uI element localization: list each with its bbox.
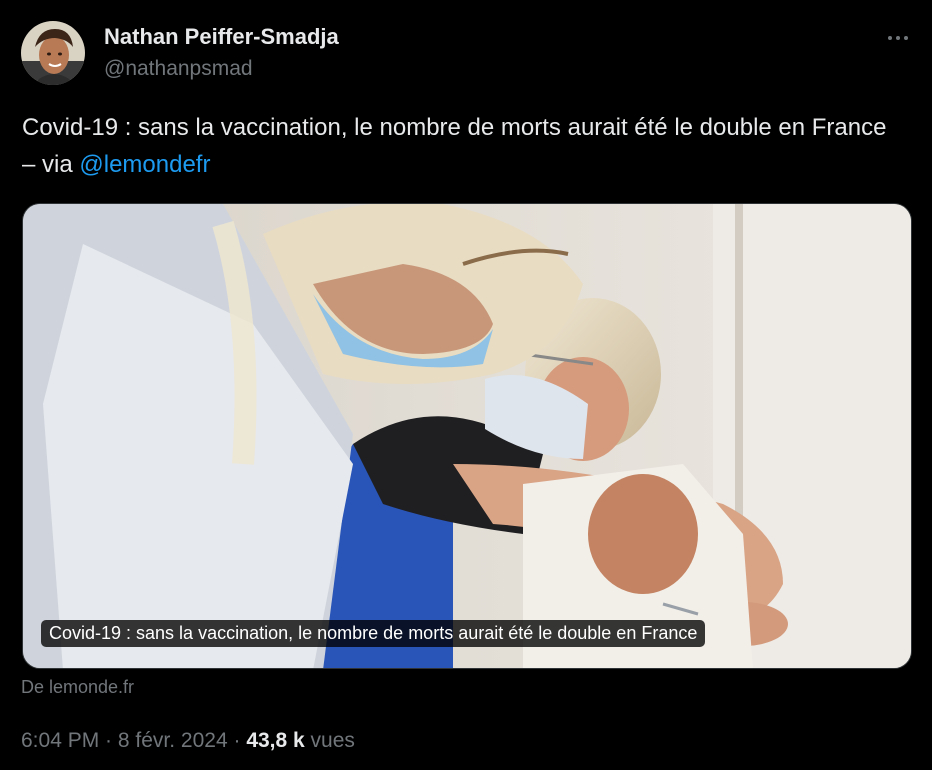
views-count: 43,8 k bbox=[246, 729, 305, 752]
views-label: vues bbox=[304, 729, 355, 752]
mention-link[interactable]: @lemondefr bbox=[79, 151, 210, 178]
more-horizontal-icon bbox=[888, 36, 892, 40]
avatar[interactable] bbox=[21, 21, 85, 85]
tweet: Nathan Peiffer-Smadja @nathanpsmad Covid… bbox=[0, 0, 932, 770]
card-caption: Covid-19 : sans la vaccination, le nombr… bbox=[41, 620, 706, 647]
card-image bbox=[23, 204, 911, 668]
more-horizontal-icon-dot bbox=[904, 36, 908, 40]
tweet-text: Covid-19 : sans la vaccination, le nombr… bbox=[22, 109, 902, 183]
tweet-date[interactable]: 8 févr. 2024 bbox=[118, 729, 228, 752]
more-options-button[interactable] bbox=[880, 24, 916, 52]
card-source-link[interactable]: De lemonde.fr bbox=[21, 677, 134, 698]
author-name[interactable]: Nathan Peiffer-Smadja bbox=[104, 24, 339, 50]
link-card[interactable]: Covid-19 : sans la vaccination, le nombr… bbox=[22, 203, 912, 669]
more-horizontal-icon-dot bbox=[896, 36, 900, 40]
meta-separator: · bbox=[99, 729, 118, 752]
tweet-meta: 6:04 PM · 8 févr. 2024 · 43,8 k vues bbox=[21, 729, 355, 753]
tweet-time[interactable]: 6:04 PM bbox=[21, 729, 99, 752]
author-handle[interactable]: @nathanpsmad bbox=[104, 57, 253, 81]
meta-separator: · bbox=[227, 729, 247, 752]
